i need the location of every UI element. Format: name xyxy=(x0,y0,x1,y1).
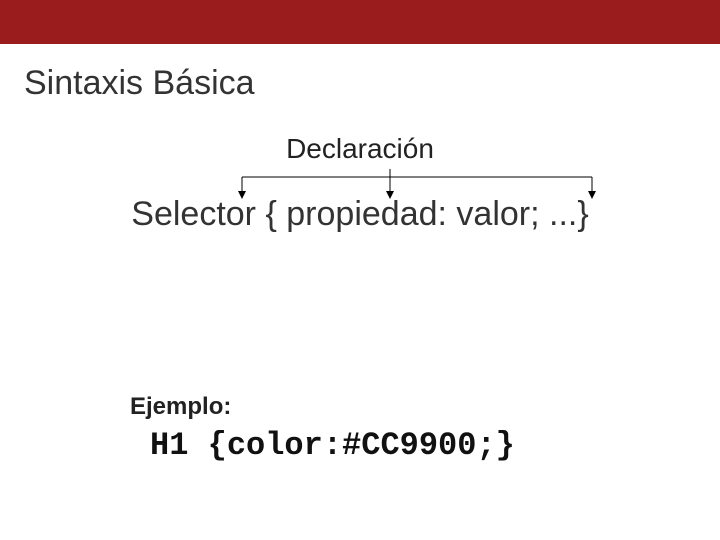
example-block: Ejemplo: H1 {color:#CC9900;} xyxy=(130,393,720,464)
syntax-diagram: Declaración Selector { propiedad: valor;… xyxy=(0,133,720,333)
example-label: Ejemplo: xyxy=(130,393,720,421)
syntax-semicolon: ; xyxy=(530,195,549,233)
syntax-close-brace: } xyxy=(577,195,588,233)
slide-accent-bar xyxy=(0,0,720,44)
syntax-property: propiedad xyxy=(286,195,437,233)
syntax-open-brace: { xyxy=(265,195,286,233)
syntax-colon: : xyxy=(438,195,457,233)
example-code: H1 {color:#CC9900;} xyxy=(150,427,720,464)
declaration-label: Declaración xyxy=(0,133,720,165)
syntax-line: Selector { propiedad: valor; ...} xyxy=(0,195,720,234)
syntax-ellipsis: ... xyxy=(549,195,577,233)
page-title: Sintaxis Básica xyxy=(24,64,720,103)
syntax-selector: Selector xyxy=(131,195,265,233)
syntax-value: valor xyxy=(456,195,530,233)
